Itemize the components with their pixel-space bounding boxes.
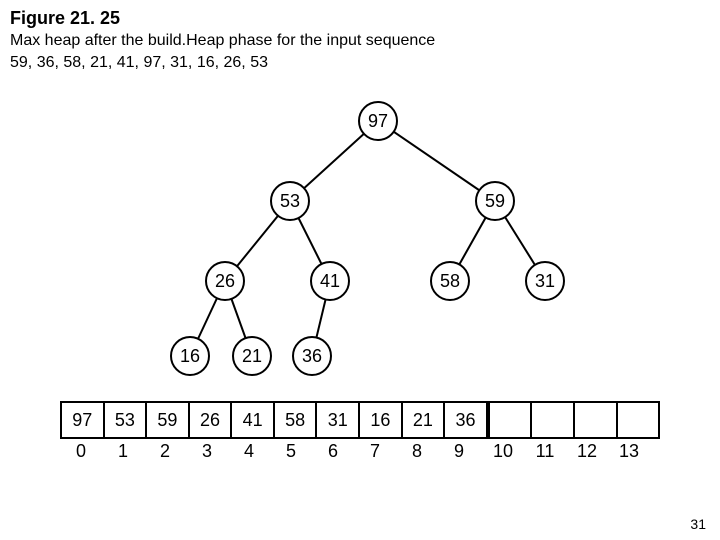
- array-cell: 26: [190, 403, 233, 437]
- array-index: 1: [102, 439, 144, 462]
- figure-caption-line-1: Max heap after the build.Heap phase for …: [0, 29, 720, 51]
- array-cell: 58: [275, 403, 318, 437]
- tree-node: 59: [475, 181, 515, 221]
- tree-node: 31: [525, 261, 565, 301]
- tree-node: 26: [205, 261, 245, 301]
- figure-label: Figure 21. 25: [0, 0, 720, 29]
- array-cell: 53: [105, 403, 148, 437]
- array-cell: 31: [317, 403, 360, 437]
- array-cell: 41: [232, 403, 275, 437]
- tree-node: 58: [430, 261, 470, 301]
- array-index: 8: [396, 439, 438, 462]
- array-index: 3: [186, 439, 228, 462]
- array-index: 4: [228, 439, 270, 462]
- array-index: 6: [312, 439, 354, 462]
- array-indices: 012345678910111213: [60, 439, 660, 462]
- array-cell: 97: [62, 403, 105, 437]
- array-index: 11: [524, 439, 566, 462]
- array-cells: 97535926415831162136: [60, 401, 660, 439]
- tree-node: 36: [292, 336, 332, 376]
- tree-node: 21: [232, 336, 272, 376]
- array-cell: [490, 403, 533, 437]
- tree-node: 41: [310, 261, 350, 301]
- array-index: 13: [608, 439, 650, 462]
- array-cell: 21: [403, 403, 446, 437]
- figure-caption-line-2: 59, 36, 58, 21, 41, 97, 31, 16, 26, 53: [0, 51, 720, 73]
- array-index: 10: [482, 439, 524, 462]
- array-index: 7: [354, 439, 396, 462]
- array-cell: 59: [147, 403, 190, 437]
- array-index: 5: [270, 439, 312, 462]
- tree-node: 53: [270, 181, 310, 221]
- array-cell: [618, 403, 661, 437]
- array-cell: [532, 403, 575, 437]
- array-cell: [575, 403, 618, 437]
- heap-tree-diagram: 97 53 59 26 41 58 31 16 21 36: [0, 81, 720, 381]
- array-index: 2: [144, 439, 186, 462]
- array-cell: 16: [360, 403, 403, 437]
- array-index: 9: [438, 439, 480, 462]
- array-index: 0: [60, 439, 102, 462]
- array-index: 12: [566, 439, 608, 462]
- array-representation: 97535926415831162136 012345678910111213: [60, 401, 660, 462]
- page-number: 31: [690, 516, 706, 532]
- tree-node: 16: [170, 336, 210, 376]
- tree-node-root: 97: [358, 101, 398, 141]
- array-cell: 36: [445, 403, 490, 437]
